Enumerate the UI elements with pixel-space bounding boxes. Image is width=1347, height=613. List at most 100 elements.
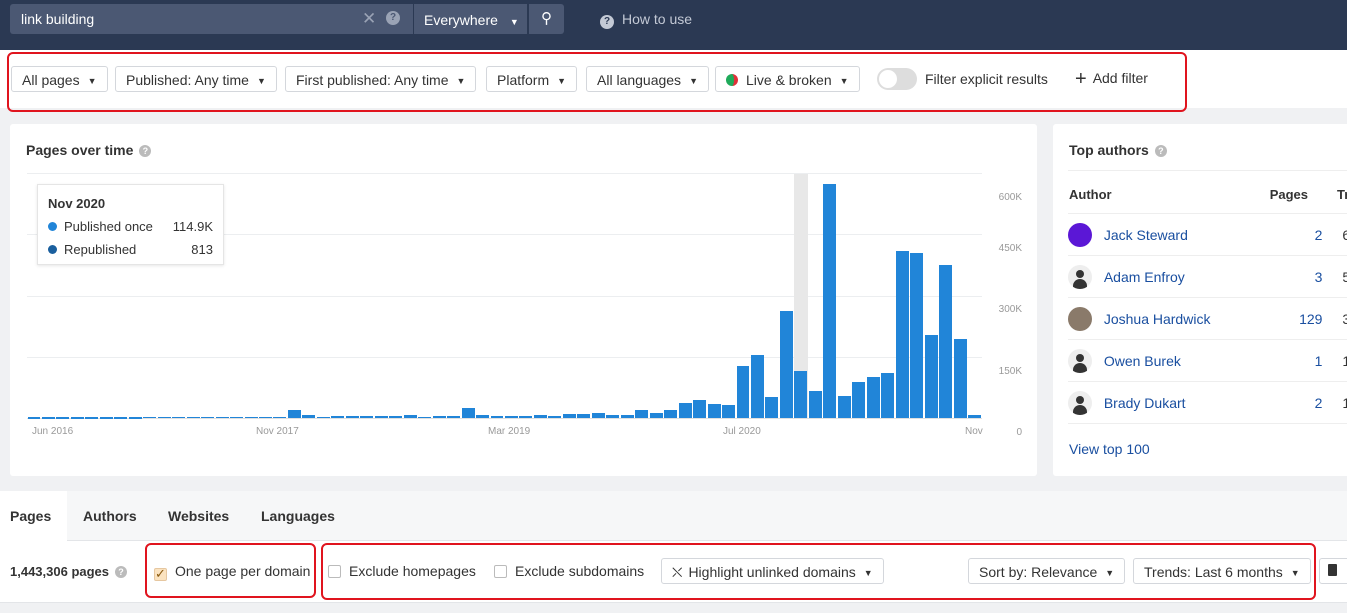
bar[interactable] [447, 415, 461, 418]
bar[interactable] [172, 416, 186, 419]
author-name-link[interactable]: Brady Dukart [1104, 395, 1253, 411]
bar[interactable] [432, 416, 446, 418]
bar[interactable] [316, 416, 330, 419]
search-input[interactable]: link building [10, 4, 413, 34]
bar[interactable] [157, 416, 171, 419]
bar[interactable] [273, 416, 287, 419]
bar[interactable] [953, 338, 967, 418]
bar[interactable] [823, 184, 837, 418]
bar[interactable] [244, 416, 258, 419]
bar[interactable] [41, 417, 55, 419]
bar[interactable] [128, 417, 142, 419]
tab-websites[interactable]: Websites [152, 491, 245, 541]
author-traffic: 65 [1342, 226, 1347, 243]
gridline [27, 173, 982, 174]
bar[interactable] [85, 417, 99, 419]
author-pages-link[interactable]: 3 [1253, 269, 1323, 285]
author-name-link[interactable]: Owen Burek [1104, 353, 1253, 369]
bar[interactable] [664, 410, 678, 418]
bar[interactable] [302, 414, 316, 418]
bar[interactable] [461, 407, 475, 418]
help-icon[interactable]: ? [139, 145, 152, 157]
bar[interactable] [27, 417, 41, 419]
avatar [1068, 348, 1092, 373]
author-pages-link[interactable]: 129 [1253, 311, 1322, 327]
bar[interactable] [259, 416, 272, 419]
tab-languages[interactable]: Languages [245, 491, 351, 541]
bar[interactable] [418, 416, 432, 419]
bar[interactable] [577, 414, 591, 418]
bar[interactable] [403, 414, 417, 418]
bar[interactable] [548, 415, 562, 418]
bar[interactable] [143, 416, 157, 419]
bar[interactable] [70, 417, 84, 419]
help-icon[interactable]: ? [1154, 145, 1167, 157]
author-pages-link[interactable]: 1 [1253, 353, 1323, 369]
gridline [27, 357, 982, 358]
bar[interactable] [389, 415, 403, 418]
export-button[interactable] [1319, 558, 1347, 584]
y-tick: 0 [1016, 427, 1022, 438]
author-pages-link[interactable]: 2 [1253, 395, 1323, 411]
bar[interactable] [562, 414, 576, 418]
tooltip-date: Nov 2020 [48, 196, 106, 211]
tab-authors[interactable]: Authors [67, 491, 153, 541]
author-name-link[interactable]: Adam Enfroy [1104, 269, 1253, 285]
bar[interactable] [490, 415, 504, 418]
bar[interactable] [635, 409, 649, 418]
bar[interactable] [606, 415, 620, 418]
bar[interactable] [765, 396, 779, 418]
bar[interactable] [750, 354, 764, 418]
bar[interactable] [215, 416, 229, 419]
bar[interactable] [374, 416, 388, 418]
search-button[interactable]: ⚲ [529, 4, 564, 34]
bar[interactable] [881, 373, 895, 418]
bar[interactable] [345, 416, 359, 418]
bar[interactable] [837, 395, 851, 418]
col-traffic: Tr [1337, 187, 1347, 202]
bar[interactable] [968, 414, 981, 418]
bar[interactable] [808, 391, 822, 418]
bar[interactable] [736, 366, 750, 418]
help-icon[interactable]: ? [115, 566, 128, 578]
bar[interactable] [519, 415, 533, 418]
y-tick: 300K [998, 304, 1022, 315]
bar[interactable] [186, 416, 200, 419]
bar[interactable] [591, 413, 605, 418]
bar[interactable] [360, 416, 374, 418]
bar[interactable] [533, 415, 547, 418]
bar[interactable] [56, 417, 70, 419]
author-name-link[interactable]: Joshua Hardwick [1104, 311, 1253, 327]
bar[interactable] [693, 399, 707, 418]
bar[interactable] [939, 264, 953, 418]
bar[interactable] [866, 376, 880, 418]
bar[interactable] [895, 250, 909, 418]
view-top-link[interactable]: View top 100 [1069, 441, 1150, 457]
how-to-use-link[interactable]: ? How to use [600, 11, 692, 29]
bar[interactable] [852, 381, 866, 418]
bar[interactable] [924, 335, 938, 418]
bar[interactable] [287, 409, 301, 418]
bar[interactable] [678, 402, 692, 418]
bar[interactable] [476, 414, 490, 418]
bar[interactable] [114, 417, 128, 419]
bar[interactable] [331, 415, 345, 418]
bar[interactable] [794, 371, 808, 418]
author-pages-link[interactable]: 2 [1253, 227, 1323, 243]
bar[interactable] [99, 417, 113, 419]
bar[interactable] [620, 415, 634, 418]
bar[interactable] [230, 416, 244, 419]
clear-icon[interactable]: ✕ [362, 9, 376, 29]
bar[interactable] [779, 310, 793, 418]
help-icon[interactable]: ? [386, 11, 400, 25]
bar[interactable] [505, 415, 518, 418]
author-name-link[interactable]: Jack Steward [1104, 227, 1253, 243]
bar[interactable] [649, 413, 663, 418]
bar[interactable] [910, 253, 924, 418]
bar[interactable] [201, 416, 215, 419]
bar[interactable] [707, 404, 721, 418]
bar[interactable] [722, 405, 735, 418]
tab-pages[interactable]: Pages [0, 491, 67, 541]
scope-dropdown[interactable]: Everywhere ▼ [414, 4, 527, 34]
help-icon: ? [600, 15, 614, 29]
